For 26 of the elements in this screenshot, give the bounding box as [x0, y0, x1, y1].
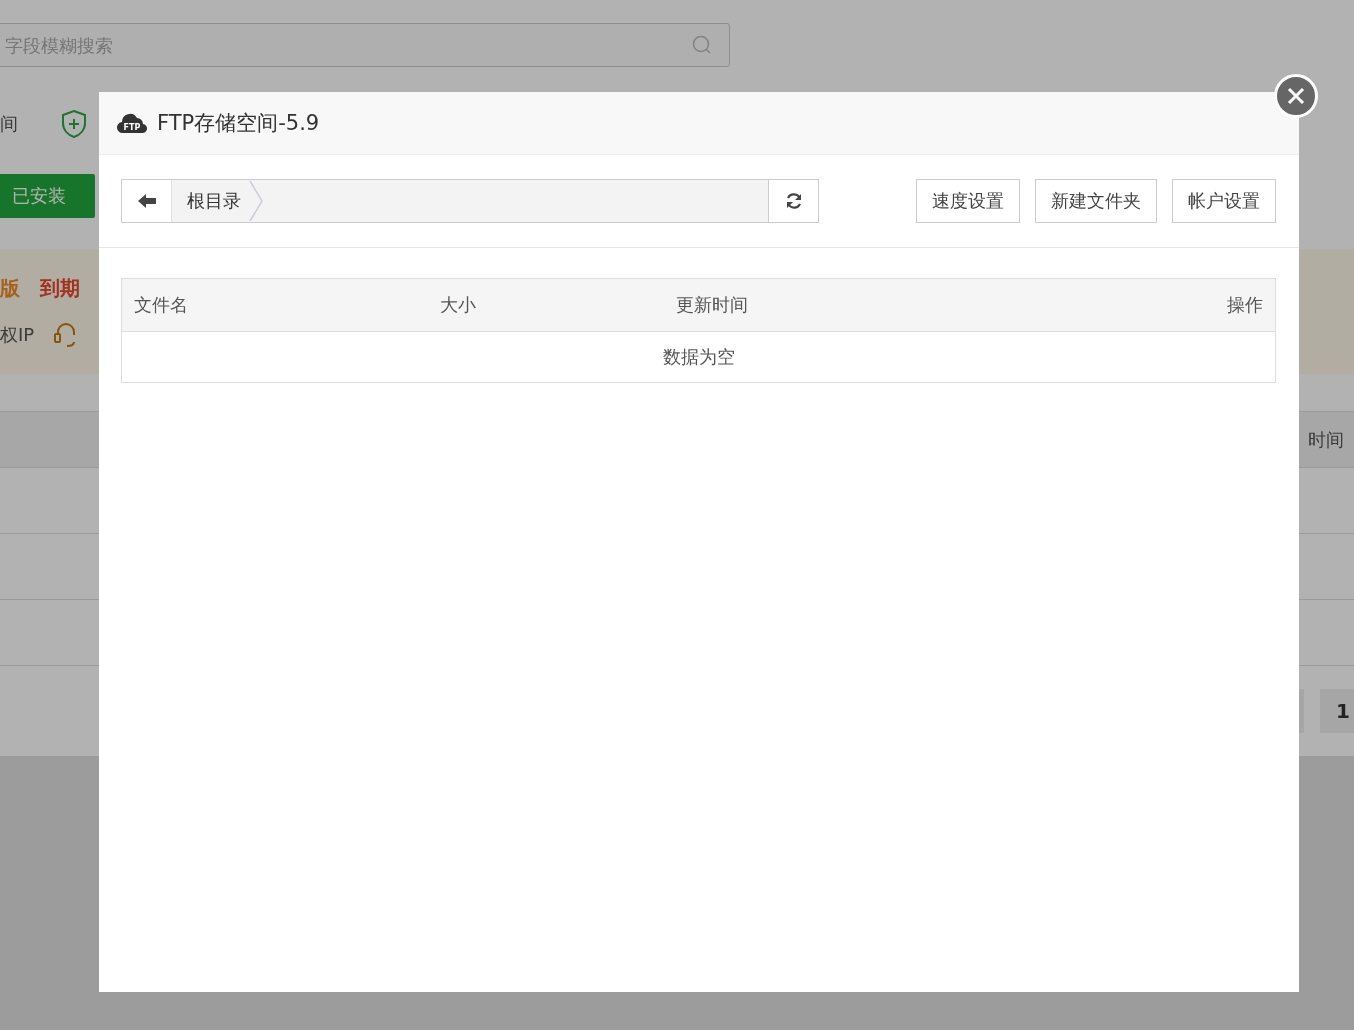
expiry-label: 到期	[40, 275, 80, 302]
close-icon	[1287, 87, 1305, 105]
search-field[interactable]: 字段模糊搜索	[0, 23, 730, 67]
column-header: 文件名	[133, 293, 189, 317]
refresh-icon	[784, 192, 803, 210]
column-header: 更新时间	[675, 293, 749, 317]
dialog-title: FTP存储空间-5.9	[157, 110, 320, 137]
column-header: 操作	[1226, 293, 1264, 317]
info-label: 间	[0, 112, 18, 136]
toolbar-button[interactable]: 速度设置	[916, 179, 1020, 223]
column-header: 大小	[439, 293, 477, 317]
refresh-button[interactable]	[768, 180, 818, 222]
cloud-icon: FTP	[117, 112, 147, 134]
back-button[interactable]	[122, 180, 172, 222]
auth-ip-label: 权IP	[0, 323, 35, 347]
toolbar-button[interactable]: 新建文件夹	[1035, 179, 1157, 223]
back-arrow-icon	[137, 194, 156, 208]
edition-label: 版	[0, 275, 20, 302]
breadcrumb-item[interactable]: 根目录	[172, 180, 263, 222]
column-header: 时间	[1308, 427, 1344, 452]
chevron-icon	[249, 180, 263, 222]
search-icon	[692, 35, 712, 55]
shield-icon	[62, 110, 86, 138]
toolbar-button[interactable]: 帐户设置	[1172, 179, 1276, 223]
empty-message: 数据为空	[662, 345, 735, 369]
page-button[interactable]: 1	[1320, 689, 1354, 733]
